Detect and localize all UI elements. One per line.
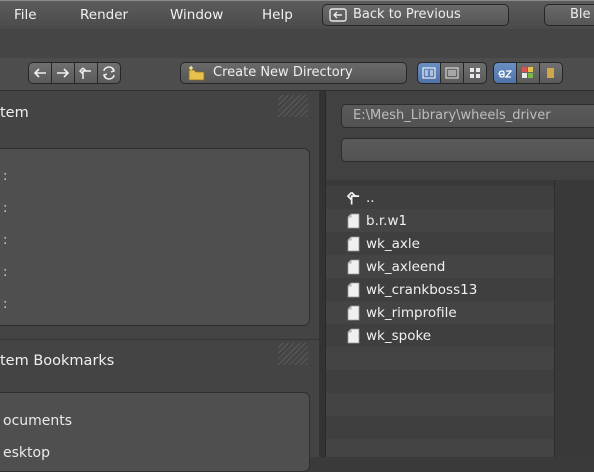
left-sidebar: tem : : : : : tem Bookmarks ocuments esk…	[0, 91, 319, 472]
panel-divider	[0, 339, 319, 340]
file-icon	[347, 305, 360, 320]
sort-more-button[interactable]	[539, 62, 563, 84]
file-row[interactable]: b.r.w1	[326, 209, 554, 232]
drive-entry[interactable]: :	[3, 265, 7, 280]
file-name: b.r.w1	[366, 212, 408, 229]
empty-row	[326, 370, 554, 393]
file-row[interactable]: wk_crankboss13	[326, 278, 554, 301]
file-icon	[347, 282, 360, 297]
column-divider	[554, 180, 555, 457]
filename-field[interactable]	[341, 138, 594, 162]
file-name: wk_spoke	[366, 327, 432, 344]
file-icon	[347, 236, 360, 251]
sort-more-icon	[547, 68, 554, 78]
sort-mode-group	[493, 62, 563, 84]
drive-entry[interactable]: :	[3, 201, 7, 216]
back-to-previous-button[interactable]: Back to Previous	[322, 4, 509, 26]
parent-directory-icon	[347, 191, 360, 204]
sort-extension-button[interactable]	[516, 62, 540, 84]
sort-alphabetical-button[interactable]	[493, 62, 517, 84]
directory-path-field[interactable]: E:\Mesh_Library\wheels_driver	[341, 104, 594, 128]
create-new-directory-button[interactable]: Create New Directory	[180, 62, 407, 84]
parent-directory-icon	[79, 67, 91, 79]
display-short-list-button[interactable]	[417, 62, 441, 84]
menu-help[interactable]: Help	[262, 7, 293, 23]
drive-entry[interactable]: :	[3, 169, 7, 184]
menu-window[interactable]: Window	[170, 7, 223, 23]
drive-entry[interactable]: :	[3, 233, 7, 248]
empty-row	[326, 393, 554, 416]
path-bar: E:\Mesh_Library\wheels_driver	[325, 91, 594, 180]
file-row[interactable]: wk_rimprofile	[326, 301, 554, 324]
long-list-icon	[445, 67, 459, 79]
file-name: wk_axle	[366, 235, 420, 252]
drive-entry[interactable]: :	[3, 297, 7, 312]
bookmark-documents[interactable]: ocuments	[3, 413, 72, 429]
empty-row	[326, 439, 554, 457]
create-new-directory-label: Create New Directory	[213, 65, 353, 80]
system-bookmarks-list: ocuments esktop	[0, 392, 310, 472]
back-to-previous-label: Back to Previous	[353, 7, 461, 22]
sort-alpha-icon	[498, 70, 513, 78]
sort-extension-icon	[522, 67, 533, 78]
screen-selector-label: Ble	[570, 7, 591, 22]
display-long-list-button[interactable]	[440, 62, 464, 84]
panel-resize-grip[interactable]	[278, 343, 308, 365]
file-row[interactable]: wk_axleend	[326, 255, 554, 278]
short-list-icon	[422, 67, 436, 79]
screen-selector-button[interactable]: Ble	[544, 4, 594, 26]
parent-directory-label: ..	[366, 189, 375, 206]
display-mode-group	[417, 62, 487, 84]
arrow-right-icon	[57, 68, 70, 78]
file-list: .. b.r.w1 wk_axle wk_axleend wk_crankbos…	[325, 180, 594, 457]
empty-row	[326, 347, 554, 370]
menu-file[interactable]: File	[14, 7, 37, 23]
refresh-icon	[102, 66, 116, 80]
file-name: wk_axleend	[366, 258, 446, 275]
system-bookmarks-header[interactable]: tem Bookmarks	[0, 353, 114, 369]
nav-forward-button[interactable]	[51, 62, 75, 84]
file-icon	[347, 328, 360, 343]
menu-render[interactable]: Render	[80, 7, 128, 23]
navigation-button-group	[28, 62, 121, 84]
header-spacer	[0, 29, 594, 58]
nav-parent-button[interactable]	[74, 62, 98, 84]
system-panel-header[interactable]: tem	[0, 105, 29, 121]
arrow-left-icon	[33, 68, 46, 78]
file-icon	[347, 259, 360, 274]
bookmark-desktop[interactable]: esktop	[3, 445, 50, 461]
back-arrow-icon	[329, 8, 347, 22]
file-browser-toolbar: Create New Directory	[0, 58, 594, 91]
top-menubar: File Render Window Help Back to Previous…	[0, 0, 594, 29]
file-row[interactable]: wk_spoke	[326, 324, 554, 347]
display-thumbnails-button[interactable]	[463, 62, 487, 84]
file-icon	[347, 213, 360, 228]
new-folder-icon	[188, 65, 205, 80]
file-name: wk_crankboss13	[366, 281, 478, 298]
file-row[interactable]: wk_axle	[326, 232, 554, 255]
nav-refresh-button[interactable]	[97, 62, 121, 84]
nav-back-button[interactable]	[28, 62, 52, 84]
panel-resize-grip[interactable]	[278, 95, 308, 117]
empty-row	[326, 416, 554, 439]
file-name: wk_rimprofile	[366, 304, 457, 321]
parent-directory-row[interactable]: ..	[326, 186, 554, 209]
thumbnails-icon	[470, 68, 480, 78]
system-drives-list: : : : : :	[0, 148, 310, 326]
